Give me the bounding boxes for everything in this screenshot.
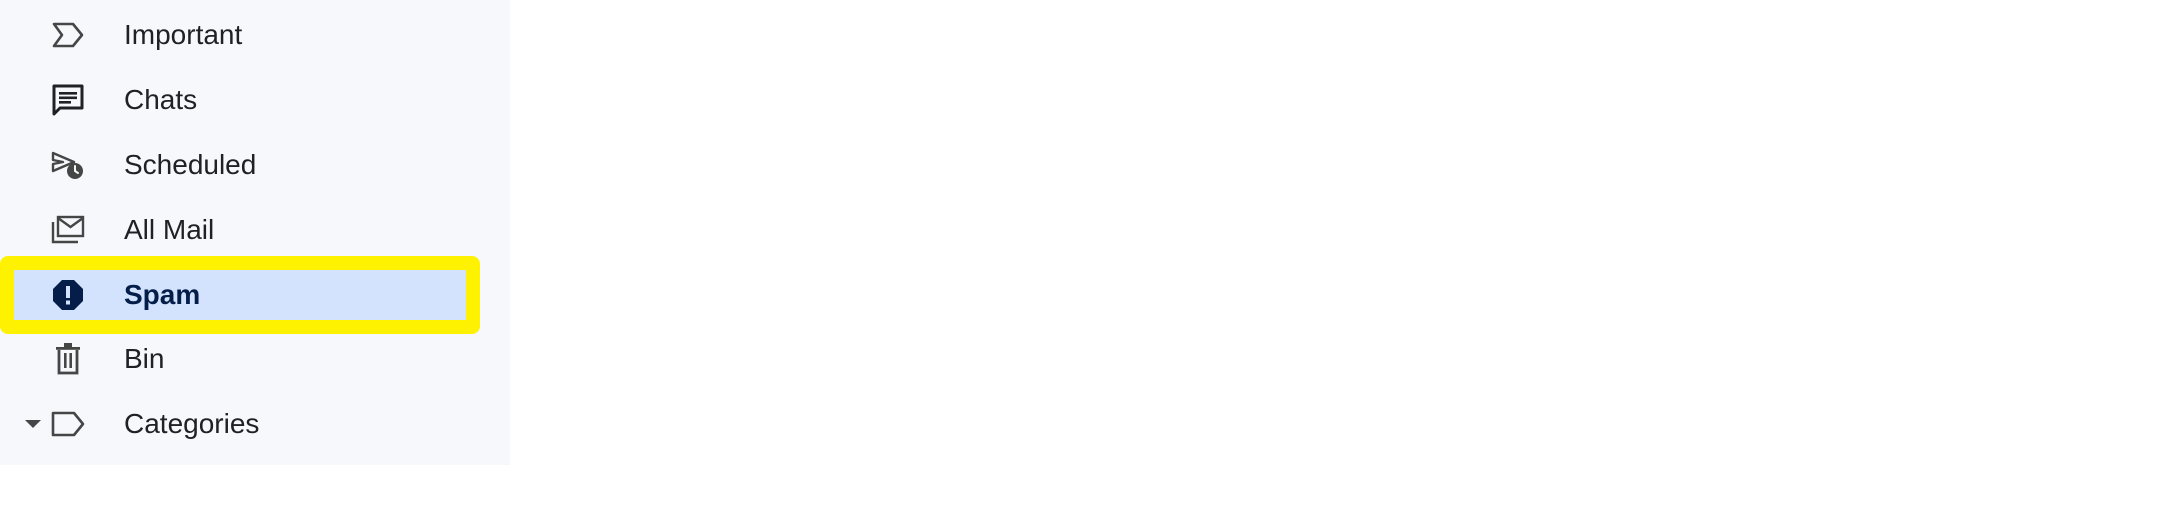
sidebar-item-bin[interactable]: Bin: [0, 332, 470, 386]
bin-icon: [50, 341, 86, 377]
sidebar-item-label: Scheduled: [124, 149, 257, 180]
sidebar-item-label: All Mail: [124, 214, 215, 245]
sidebar-item-all-mail[interactable]: All Mail: [0, 203, 470, 257]
sidebar-item-categories[interactable]: Categories: [0, 397, 470, 451]
sidebar: Important Chats Scheduled All Mail Spam …: [0, 0, 510, 465]
sidebar-item-scheduled[interactable]: Scheduled: [0, 138, 470, 192]
all-mail-icon: [50, 212, 86, 248]
sidebar-item-chats[interactable]: Chats: [0, 73, 470, 127]
label-icon: [50, 406, 86, 442]
chats-icon: [50, 82, 86, 118]
important-icon: [50, 17, 86, 53]
sidebar-item-important[interactable]: Important: [0, 8, 470, 62]
caret-down-icon[interactable]: [25, 420, 41, 428]
sidebar-item-label: Bin: [124, 343, 165, 374]
sidebar-item-spam[interactable]: Spam: [0, 256, 480, 334]
scheduled-icon: [50, 147, 86, 183]
sidebar-item-label: Categories: [124, 408, 260, 439]
sidebar-item-label: Spam: [124, 279, 201, 310]
spam-icon: [50, 277, 86, 313]
sidebar-item-label: Important: [124, 19, 243, 50]
sidebar-item-label: Chats: [124, 84, 198, 115]
